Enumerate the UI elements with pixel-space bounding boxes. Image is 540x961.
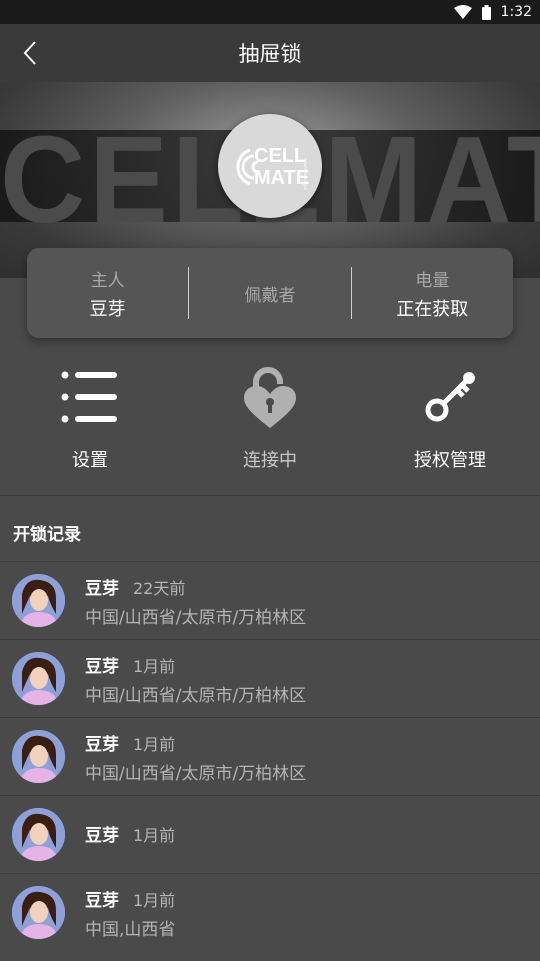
avatar xyxy=(12,652,65,705)
back-button[interactable] xyxy=(10,33,50,73)
avatar xyxy=(12,574,65,627)
unlock-records-title: 开锁记录 xyxy=(13,525,81,545)
authorization-label: 授权管理 xyxy=(414,450,486,471)
owner-info: 主人 豆芽 xyxy=(27,248,188,338)
settings-label: 设置 xyxy=(72,450,108,471)
record-time: 1月前 xyxy=(133,735,176,754)
action-row: 设置 连接中 授权管理 xyxy=(0,362,540,492)
record-name: 豆芽 xyxy=(85,579,119,599)
owner-label: 主人 xyxy=(90,270,125,291)
page-title: 抽屉锁 xyxy=(238,42,302,66)
connection-label: 连接中 xyxy=(243,450,297,471)
list-item[interactable]: 豆芽 1月前 中国/山西省/太原市/万柏林区 xyxy=(0,639,540,717)
chevron-left-icon xyxy=(23,41,36,65)
unlock-records-list: 豆芽 22天前 中国/山西省/太原市/万柏林区 豆芽 1月前 中国/山西省/太原… xyxy=(0,561,540,951)
list-item[interactable]: 豆芽 22天前 中国/山西省/太原市/万柏林区 xyxy=(0,561,540,639)
lock-info-card: 主人 豆芽 佩戴者 电量 正在获取 xyxy=(27,248,513,338)
wearer-info: 佩戴者 xyxy=(189,248,350,338)
record-name: 豆芽 xyxy=(85,657,119,677)
key-icon xyxy=(415,362,485,432)
list-item[interactable]: 豆芽 1月前 xyxy=(0,795,540,873)
status-bar: 1:32 xyxy=(0,0,540,24)
record-location: 中国,山西省 xyxy=(85,920,176,940)
logo-text-bottom: MATE xyxy=(254,167,309,189)
wearer-label: 佩戴者 xyxy=(244,285,296,306)
avatar xyxy=(12,886,65,939)
record-name: 豆芽 xyxy=(85,826,119,846)
record-time: 1月前 xyxy=(133,826,176,845)
record-name: 豆芽 xyxy=(85,735,119,755)
record-time: 1月前 xyxy=(133,657,176,676)
owner-value: 豆芽 xyxy=(89,298,126,320)
wifi-icon xyxy=(453,5,472,19)
status-time: 1:32 xyxy=(500,4,532,20)
battery-icon xyxy=(481,4,491,20)
record-name: 豆芽 xyxy=(85,891,119,911)
brand-logo: CELL MATE POWERED BY QIUI xyxy=(218,114,322,218)
logo-text-top: CELL xyxy=(254,145,306,167)
cellmate-logo-icon: CELL MATE POWERED BY QIUI xyxy=(236,145,309,190)
battery-info: 电量 正在获取 xyxy=(352,248,513,338)
section-divider xyxy=(0,495,540,496)
heart-unlock-icon xyxy=(235,362,305,432)
logo-text-small: POWERED BY QIUI xyxy=(303,158,307,190)
list-item[interactable]: 豆芽 1月前 中国/山西省/太原市/万柏林区 xyxy=(0,717,540,795)
battery-label: 电量 xyxy=(415,270,450,291)
record-time: 22天前 xyxy=(133,579,186,598)
battery-value: 正在获取 xyxy=(396,298,469,320)
record-time: 1月前 xyxy=(133,891,176,910)
list-item[interactable]: 豆芽 1月前 中国,山西省 xyxy=(0,873,540,951)
record-location: 中国/山西省/太原市/万柏林区 xyxy=(85,686,307,706)
avatar xyxy=(12,808,65,861)
record-location: 中国/山西省/太原市/万柏林区 xyxy=(85,764,307,784)
connection-status[interactable]: 连接中 xyxy=(180,362,360,492)
app-bar: 抽屉锁 xyxy=(0,24,540,82)
list-icon xyxy=(55,362,125,432)
authorization-button[interactable]: 授权管理 xyxy=(360,362,540,492)
settings-button[interactable]: 设置 xyxy=(0,362,180,492)
avatar xyxy=(12,730,65,783)
record-location: 中国/山西省/太原市/万柏林区 xyxy=(85,608,307,628)
